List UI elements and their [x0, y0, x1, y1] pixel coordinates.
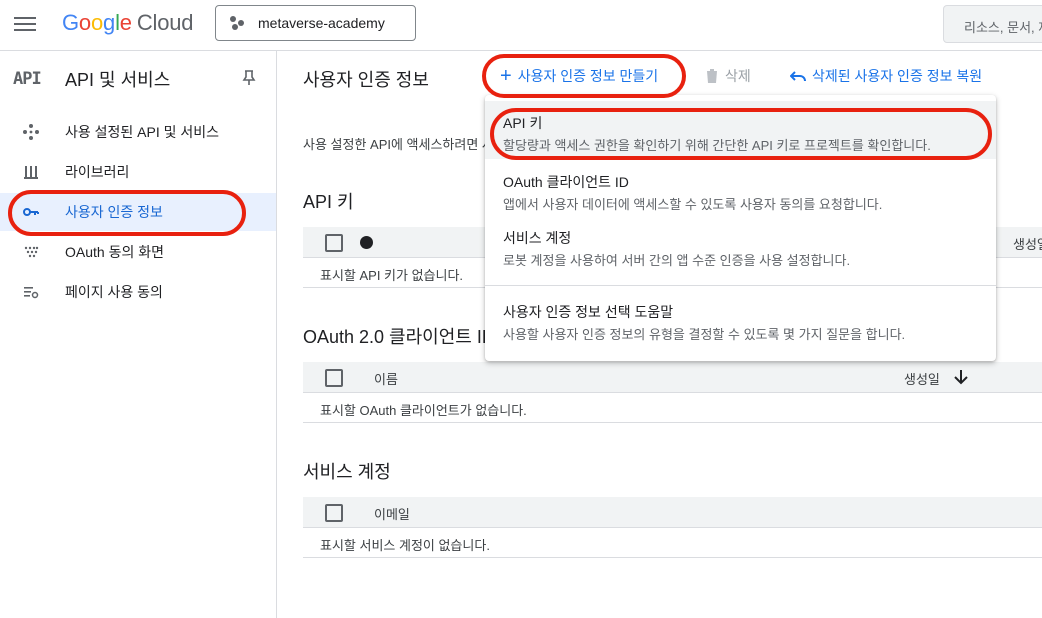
menu-item-service-account[interactable]: 서비스 계정 로봇 계정을 사용하여 서버 간의 앱 수준 인증을 사용 설정합… — [485, 215, 996, 275]
menu-divider — [485, 285, 996, 286]
menu-item-oauth-client[interactable]: OAuth 클라이언트 ID 앱에서 사용자 데이터에 액세스할 수 있도록 사… — [485, 159, 996, 215]
service-accounts-table-header: 이메일 — [303, 497, 1042, 528]
sidebar-item-label: OAuth 동의 화면 — [65, 244, 164, 260]
select-all-checkbox[interactable] — [325, 369, 343, 387]
sidebar-item-page-consent[interactable]: 페이지 사용 동의 — [0, 273, 276, 311]
menu-item-desc: 로봇 계정을 사용하여 서버 간의 앱 수준 인증을 사용 설정합니다. — [503, 253, 851, 268]
menu-item-desc: 할당량과 액세스 권한을 확인하기 위해 간단한 API 키로 프로젝트를 확인… — [503, 138, 931, 153]
menu-item-help-me-choose[interactable]: 사용자 인증 정보 선택 도움말 사용할 사용자 인증 정보의 유형을 결정할 … — [485, 291, 996, 353]
sidebar-header: API API 및 서비스 — [0, 51, 276, 103]
menu-item-desc: 앱에서 사용자 데이터에 액세스할 수 있도록 사용자 동의를 요청합니다. — [503, 197, 883, 212]
menu-item-title: API 키 — [503, 115, 543, 131]
project-name: metaverse-academy — [258, 15, 385, 31]
status-dot-icon — [360, 236, 373, 249]
menu-icon[interactable] — [14, 14, 36, 32]
create-credentials-button[interactable]: + 사용자 인증 정보 만들기 — [500, 66, 658, 86]
divider — [303, 422, 1042, 423]
sidebar-item-oauth-consent[interactable]: OAuth 동의 화면 — [0, 233, 276, 271]
sidebar: API API 및 서비스 사용 설정된 API 및 서비스 라이브러리 사용자… — [0, 51, 277, 618]
sidebar-item-credentials[interactable]: 사용자 인증 정보 — [0, 193, 276, 231]
sidebar-item-library[interactable]: 라이브러리 — [0, 153, 276, 191]
column-created[interactable]: 생성일 — [904, 369, 940, 388]
logo-cloud-text: Cloud — [136, 10, 194, 35]
library-icon — [22, 163, 40, 181]
pin-icon[interactable] — [242, 70, 256, 86]
logo-google-text: Google — [62, 10, 132, 35]
google-cloud-logo[interactable]: Google Cloud — [62, 10, 193, 36]
menu-item-api-key[interactable]: API 키 할당량과 액세스 권한을 확인하기 위해 간단한 API 키로 프로… — [485, 101, 996, 159]
sort-down-icon[interactable] — [954, 369, 968, 385]
menu-item-title: 사용자 인증 정보 선택 도움말 — [503, 304, 674, 320]
menu-item-desc: 사용할 사용자 인증 정보의 유형을 결정할 수 있도록 몇 가지 질문을 합니… — [503, 327, 906, 342]
undo-icon — [790, 71, 806, 82]
column-created[interactable]: 생성일 — [1013, 234, 1042, 253]
sidebar-item-label: 라이브러리 — [65, 164, 130, 180]
menu-item-title: 서비스 계정 — [503, 230, 572, 246]
trash-icon — [706, 69, 718, 83]
settings-list-icon — [22, 283, 40, 301]
restore-deleted-button[interactable]: 삭제된 사용자 인증 정보 복원 — [790, 66, 982, 86]
divider — [303, 557, 1042, 558]
column-email[interactable]: 이메일 — [374, 504, 410, 523]
oauth-clients-title: OAuth 2.0 클라이언트 ID — [303, 327, 495, 347]
select-all-checkbox[interactable] — [325, 504, 343, 522]
api-keys-empty: 표시할 API 키가 없습니다. — [320, 268, 464, 283]
restore-label: 삭제된 사용자 인증 정보 복원 — [812, 68, 983, 84]
page-title: 사용자 인증 정보 — [303, 70, 429, 90]
top-bar: GoogleCloud metaverse-academy 리소스, 문서, 제… — [0, 0, 1042, 51]
create-credentials-label: 사용자 인증 정보 만들기 — [517, 68, 659, 84]
sidebar-title: API 및 서비스 — [65, 70, 171, 90]
sidebar-item-label: 사용자 인증 정보 — [65, 204, 163, 220]
project-selector[interactable]: metaverse-academy — [215, 5, 416, 41]
service-accounts-title: 서비스 계정 — [303, 462, 391, 482]
plus-icon: + — [500, 65, 512, 87]
api-keys-title: API 키 — [303, 192, 354, 212]
dotted-grid-icon — [22, 243, 40, 261]
column-name[interactable]: 이름 — [374, 369, 398, 388]
select-all-checkbox[interactable] — [325, 234, 343, 252]
api-badge: API — [13, 69, 42, 89]
delete-button[interactable]: 삭제 — [705, 66, 751, 86]
create-credentials-menu: API 키 할당량과 액세스 권한을 확인하기 위해 간단한 API 키로 프로… — [485, 95, 996, 361]
delete-label: 삭제 — [725, 68, 751, 84]
oauth-table-header: 이름 생성일 — [303, 362, 1042, 393]
diamond-dots-icon — [22, 123, 40, 141]
search-input[interactable]: 리소스, 문서, 제품 등 검색 — [943, 5, 1042, 43]
project-icon — [230, 15, 246, 31]
key-icon — [22, 203, 40, 221]
service-accounts-empty: 표시할 서비스 계정이 없습니다. — [320, 538, 490, 553]
sidebar-item-enabled-apis[interactable]: 사용 설정된 API 및 서비스 — [0, 113, 276, 151]
sidebar-item-label: 페이지 사용 동의 — [65, 284, 163, 300]
oauth-empty: 표시할 OAuth 클라이언트가 없습니다. — [320, 403, 527, 418]
sidebar-item-label: 사용 설정된 API 및 서비스 — [65, 124, 220, 140]
menu-item-title: OAuth 클라이언트 ID — [503, 174, 629, 190]
